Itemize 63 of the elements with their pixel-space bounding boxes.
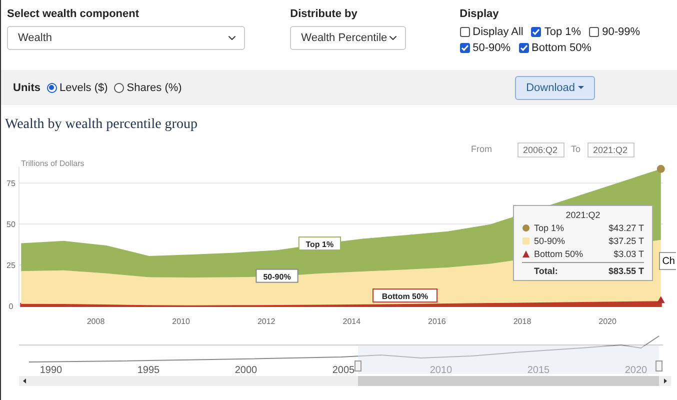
display-checkbox[interactable]: Top 1% xyxy=(531,26,582,38)
units-radio[interactable]: Shares (%) xyxy=(114,82,182,94)
download-button[interactable]: Download xyxy=(515,76,595,100)
axis-tick-label: 2020 xyxy=(598,317,616,326)
field-label: Select wealth component xyxy=(7,8,140,20)
navigator-handle[interactable] xyxy=(354,360,362,372)
navigator-year-label: 2010 xyxy=(430,365,452,376)
tooltip-value: $37.25 T xyxy=(608,236,644,246)
tooltip-value: $43.27 T xyxy=(608,223,644,233)
point-marker xyxy=(656,164,665,173)
distribute-select[interactable]: Wealth Percentile xyxy=(290,26,406,50)
scroll-left-icon[interactable] xyxy=(23,378,26,384)
navigator-year-label: 1990 xyxy=(40,365,62,376)
axis-tick-label: 2018 xyxy=(513,317,532,326)
axis-tick-label: 2016 xyxy=(428,317,446,326)
navigator-year-label: 2005 xyxy=(332,365,355,376)
chart-title: Wealth by wealth percentile group xyxy=(4,116,198,133)
legend-marker-icon xyxy=(522,237,530,245)
tooltip-total-label: Total: xyxy=(534,266,558,276)
display-checkbox[interactable]: Display All xyxy=(460,26,524,38)
scroll-right-icon[interactable] xyxy=(664,378,667,384)
tooltip-value: $83.55 T xyxy=(608,266,644,276)
from-date-field[interactable]: 2006:Q2 xyxy=(518,142,564,158)
scrollbar-thumb[interactable] xyxy=(358,376,659,386)
axis-tick-label: 25 xyxy=(6,261,16,270)
check-icon xyxy=(460,44,469,52)
axis-tick-label: 2008 xyxy=(86,317,105,326)
field-label: Distribute by xyxy=(290,8,358,20)
navigator-year-label: 2020 xyxy=(624,365,648,376)
tooltip-series: 50-90% xyxy=(534,236,566,246)
chart-menu-button[interactable]: Ch xyxy=(659,252,676,270)
display-checkbox[interactable]: Bottom 50% xyxy=(518,42,592,54)
axis-tick-label: 75 xyxy=(6,179,16,188)
point-marker xyxy=(656,296,665,304)
from-label: From xyxy=(471,144,492,154)
units-radio[interactable]: Levels ($) xyxy=(46,82,108,94)
navigator-year-label: 1995 xyxy=(137,365,160,376)
tooltip-value: $3.03 T xyxy=(614,249,644,259)
axis-tick-label: 50 xyxy=(6,220,16,229)
series-label: Bottom 50% xyxy=(372,288,438,303)
axis-tick-label: 2012 xyxy=(257,317,276,326)
navigator-year-label: 2000 xyxy=(234,365,258,376)
axis-tick-label: 2010 xyxy=(172,317,190,326)
navigator-selection[interactable] xyxy=(358,346,659,374)
axis-tick-label: 0 xyxy=(8,302,14,311)
tooltip-series: Bottom 50% xyxy=(534,249,584,259)
display-checkbox[interactable]: 90-99% xyxy=(589,26,640,38)
series-label: Bottom 50% xyxy=(382,292,428,302)
to-date-field[interactable]: 2021:Q2 xyxy=(588,142,634,158)
legend-marker-icon xyxy=(522,224,530,232)
axis-title: Trillions of Dollars xyxy=(21,159,84,168)
navigator-handle[interactable] xyxy=(656,360,662,372)
field-label: Display xyxy=(460,8,500,20)
wealth-component-select[interactable]: Wealth xyxy=(7,26,245,50)
units-label: Units xyxy=(13,82,40,94)
legend-marker-icon xyxy=(522,250,530,258)
tooltip-series: Top 1% xyxy=(534,223,564,233)
tooltip-title: 2021:Q2 xyxy=(566,210,600,220)
to-label: To xyxy=(571,144,581,154)
navigator-year-label: 2015 xyxy=(527,365,550,376)
axis-tick-label: 2014 xyxy=(342,317,361,326)
caret-icon xyxy=(578,86,584,90)
display-checkbox[interactable]: 50-90% xyxy=(460,42,511,54)
